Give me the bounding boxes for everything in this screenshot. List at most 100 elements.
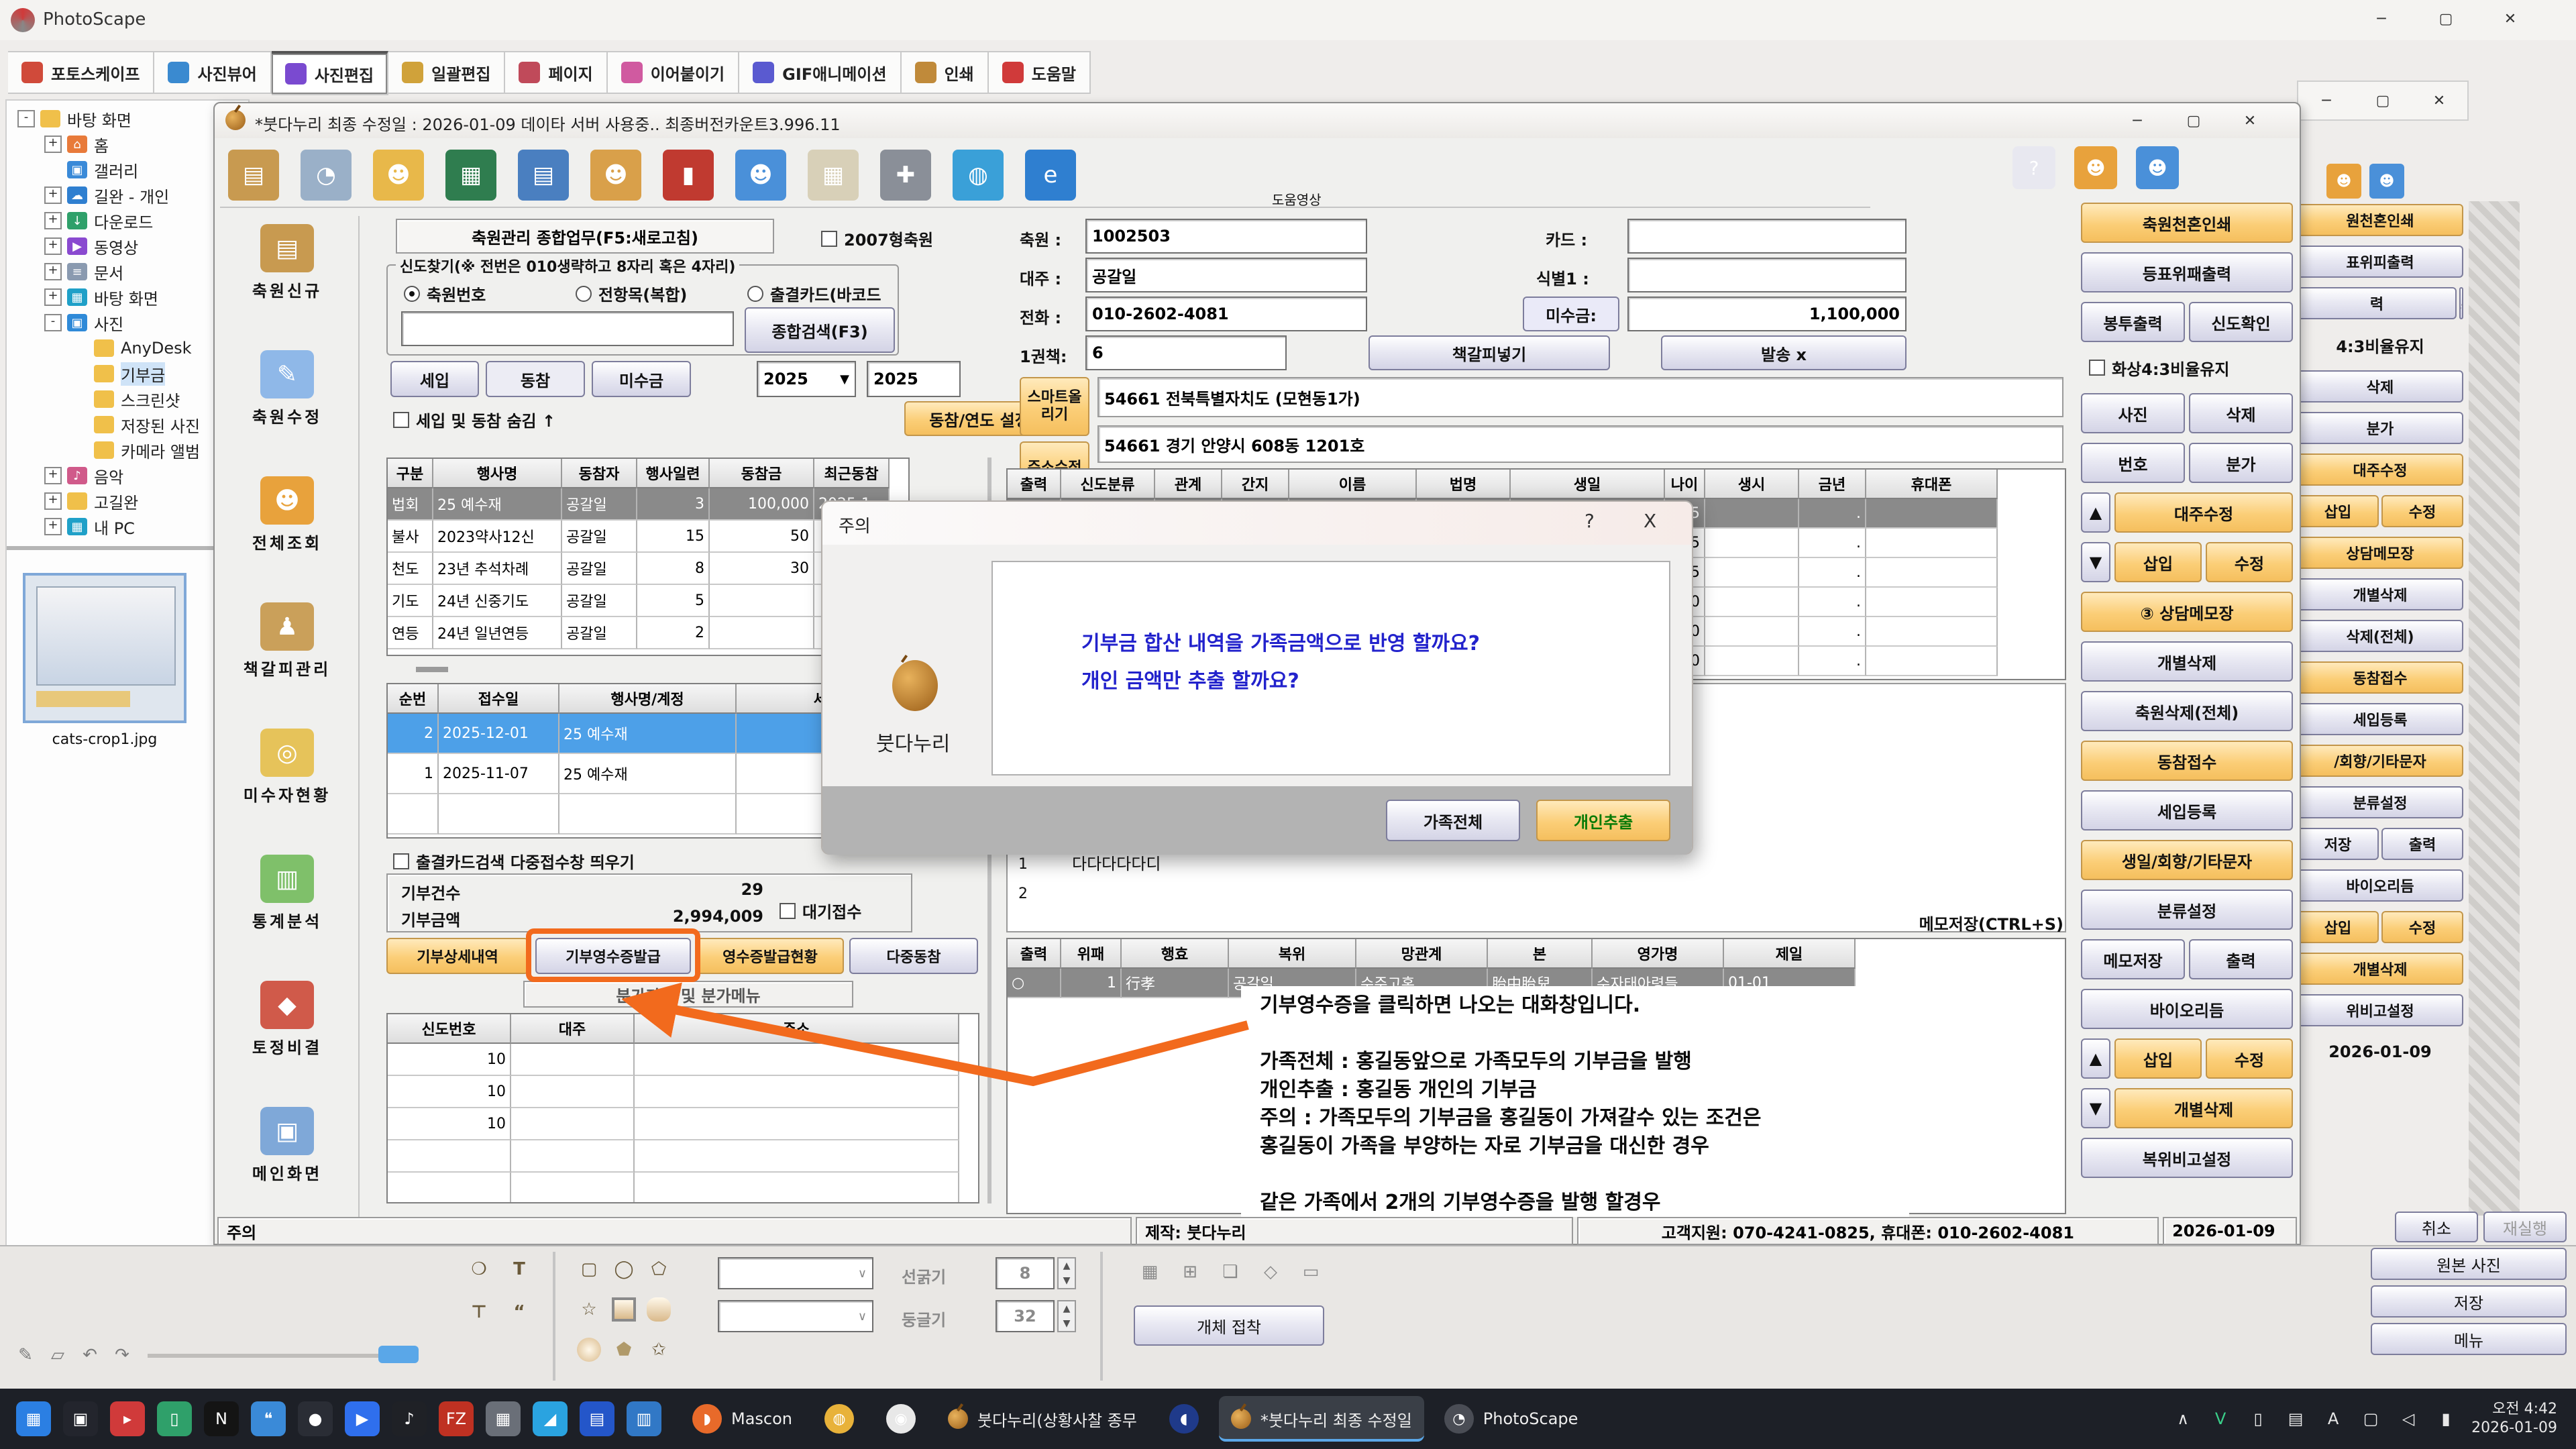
bookmark-insert-button[interactable]: 책갈피넣기 <box>1368 335 1610 370</box>
tree-item[interactable]: 스크린샷 <box>12 386 243 412</box>
child-minimize-icon[interactable]: ─ <box>2309 87 2344 114</box>
column-header[interactable]: 망관계 <box>1356 939 1488 969</box>
tab-page[interactable]: 페이지 <box>505 51 607 94</box>
nav-미수자현황[interactable]: ◎미수자현황 <box>223 729 352 806</box>
panel-button-수정[interactable]: 수정 <box>2206 542 2293 582</box>
app-maximize-icon[interactable]: ▢ <box>2168 107 2219 134</box>
search-button[interactable]: 종합검색(F3) <box>745 307 895 353</box>
menu-button[interactable]: 메뉴 <box>2371 1323 2567 1355</box>
panel-button-▼[interactable]: ▼ <box>2081 1088 2110 1128</box>
taskbar-app-mascon[interactable]: ◗Mascon <box>680 1396 804 1442</box>
chat-icon[interactable]: ❝ <box>251 1401 286 1436</box>
tree-expander-icon[interactable]: + <box>44 492 62 510</box>
panel-button-세입등록[interactable]: 세입등록 <box>2297 703 2463 735</box>
ledger-icon[interactable]: ▤ <box>518 150 569 201</box>
child-restore-icon[interactable]: ▢ <box>2365 87 2400 114</box>
panel-button-분가[interactable]: 분가 <box>2297 412 2463 444</box>
panel-button-수정[interactable]: 수정 <box>2206 1038 2293 1079</box>
group-objects-icon[interactable]: ▦ <box>1138 1260 1162 1284</box>
chk-2007[interactable]: 2007형축원 <box>821 227 933 250</box>
filled-round-shape-icon[interactable] <box>647 1297 671 1322</box>
redo-icon[interactable]: ↷ <box>110 1343 134 1367</box>
list-item[interactable]: 1 <box>1018 856 1028 873</box>
nav-통계분석[interactable]: ▥통계분석 <box>223 855 352 932</box>
minimize-icon[interactable]: ─ <box>2356 5 2407 32</box>
nav-토정비결[interactable]: ◆토정비결 <box>223 981 352 1058</box>
taskbar-app-chrome[interactable]: ◉ <box>874 1396 928 1442</box>
tree-item[interactable]: +≡문서 <box>12 259 243 284</box>
files-icon[interactable]: ▤ <box>580 1401 614 1436</box>
pencil-tool-icon[interactable]: ✎ <box>13 1343 38 1367</box>
panel-button-표위피출력[interactable]: 표위피출력 <box>2297 246 2463 278</box>
people-group-icon[interactable]: ☻ <box>735 150 786 201</box>
taskbar-clock[interactable]: 오전 4:42 2026-01-09 <box>2471 1400 2576 1438</box>
column-header[interactable]: 동참금 <box>710 459 814 488</box>
vscode-icon[interactable]: ◢ <box>533 1401 568 1436</box>
panel-button-/회향/기타문자[interactable]: /회향/기타문자 <box>2297 745 2463 777</box>
rename-object-icon[interactable]: ▭ <box>1299 1260 1323 1284</box>
year-to-select[interactable]: 2025 <box>867 361 961 397</box>
nav-축원수정[interactable]: ✎축원수정 <box>223 350 352 427</box>
taskbar-app-buddha1[interactable]: 붓다누리(상황사찰 종무 <box>936 1396 1149 1442</box>
taskbar-app-photoscape[interactable]: ◔PhotoScape <box>1432 1396 1591 1442</box>
panel-button-출력[interactable]: 출력 <box>2189 939 2293 979</box>
start-icon[interactable]: ▦ <box>16 1401 51 1436</box>
tree-expander-icon[interactable]: + <box>44 263 62 280</box>
tree-expander-icon[interactable]: + <box>44 212 62 229</box>
star-shape-icon[interactable]: ☆ <box>577 1297 601 1322</box>
add-object-icon[interactable]: ⊞ <box>1178 1260 1202 1284</box>
tree-item[interactable]: +▦바탕 화면 <box>12 284 243 310</box>
vertical-text-icon[interactable]: ⊤ <box>467 1300 491 1324</box>
canvas-scrollbar-thumb[interactable] <box>378 1346 419 1363</box>
tab-misu[interactable]: 미수금 <box>592 361 691 397</box>
tray-speaker-icon[interactable]: ◁ <box>2396 1407 2420 1431</box>
misu-button[interactable]: 미수금: <box>1523 297 1619 331</box>
tree-item[interactable]: 기부금 <box>12 361 243 386</box>
grid-splitter[interactable] <box>416 667 448 672</box>
speech-bubble-icon[interactable]: ❍ <box>467 1257 491 1281</box>
quote-icon[interactable]: “ <box>507 1300 531 1324</box>
members-icon[interactable]: ☻ <box>2074 146 2117 189</box>
store-icon[interactable]: ▣ <box>63 1401 98 1436</box>
panel-button-출력[interactable]: 출력 <box>2381 828 2463 860</box>
taskbar-app-yellow[interactable]: ◍ <box>812 1396 866 1442</box>
chk-multi-receipt[interactable]: 출결카드검색 다중접수창 띄우기 <box>393 849 635 873</box>
tree-expander-icon[interactable]: + <box>44 186 62 204</box>
panel-button-분류설정[interactable]: 분류설정 <box>2297 786 2463 818</box>
tab-combine[interactable]: 이어붙이기 <box>608 51 739 94</box>
column-header[interactable]: 순번 <box>388 684 439 714</box>
panel-button-축원천혼인쇄[interactable]: 축원천혼인쇄 <box>2081 203 2293 243</box>
panel-button-번호[interactable]: 번호 <box>2081 443 2185 483</box>
player-icon[interactable]: ● <box>298 1401 333 1436</box>
media-red-icon[interactable]: ▸ <box>110 1401 145 1436</box>
tree-expander-icon[interactable]: + <box>44 237 62 255</box>
panel-button-개별삭제[interactable]: 개별삭제 <box>2297 578 2463 610</box>
compass-icon[interactable]: ◔ <box>301 150 352 201</box>
panel-button-신도확인[interactable]: 신도확인 <box>2189 302 2293 342</box>
panel-button-원천혼인쇄[interactable]: 원천혼인쇄 <box>2297 204 2463 236</box>
panel-button-삭제[interactable]: 삭제 <box>2297 370 2463 402</box>
tab-editor[interactable]: 사진편집 <box>272 51 388 95</box>
panel-button-개별삭제[interactable]: 개별삭제 <box>2114 1088 2293 1128</box>
column-header[interactable]: 구분 <box>388 459 433 488</box>
column-header[interactable]: 신도번호 <box>388 1014 511 1044</box>
line-width-stepper[interactable]: ▲▼ <box>1057 1257 1076 1289</box>
pentagon-shape-icon[interactable]: ⬠ <box>647 1257 671 1281</box>
panel-button-동참접수[interactable]: 동참접수 <box>2297 661 2463 694</box>
tray-keyboard-icon[interactable]: ▤ <box>2284 1407 2308 1431</box>
globe-icon[interactable]: ◍ <box>953 150 1004 201</box>
tree-expander-icon[interactable]: - <box>17 110 35 127</box>
panel-button-분류설정[interactable]: 분류설정 <box>2081 890 2293 930</box>
tree-item[interactable]: -▣사진 <box>12 310 243 335</box>
column-header[interactable]: 생시 <box>1705 470 1799 499</box>
panel-button-분가[interactable]: 분가 <box>2189 443 2293 483</box>
tray-chevron-icon[interactable]: ∧ <box>2171 1407 2195 1431</box>
gold-members-icon[interactable]: ☻ <box>590 150 641 201</box>
tree-item[interactable]: +☁길완 - 개인 <box>12 182 243 208</box>
personal-extract-button[interactable]: 개인추출 <box>1536 800 1670 841</box>
panel-button-축원삭제(전체)[interactable]: 축원삭제(전체) <box>2081 691 2293 731</box>
nav-메인화면[interactable]: ▣메인화면 <box>223 1107 352 1184</box>
filezilla-icon[interactable]: FZ <box>439 1401 474 1436</box>
board-icon[interactable]: ▦ <box>445 150 496 201</box>
calendar-icon[interactable]: ▦ <box>808 150 859 201</box>
